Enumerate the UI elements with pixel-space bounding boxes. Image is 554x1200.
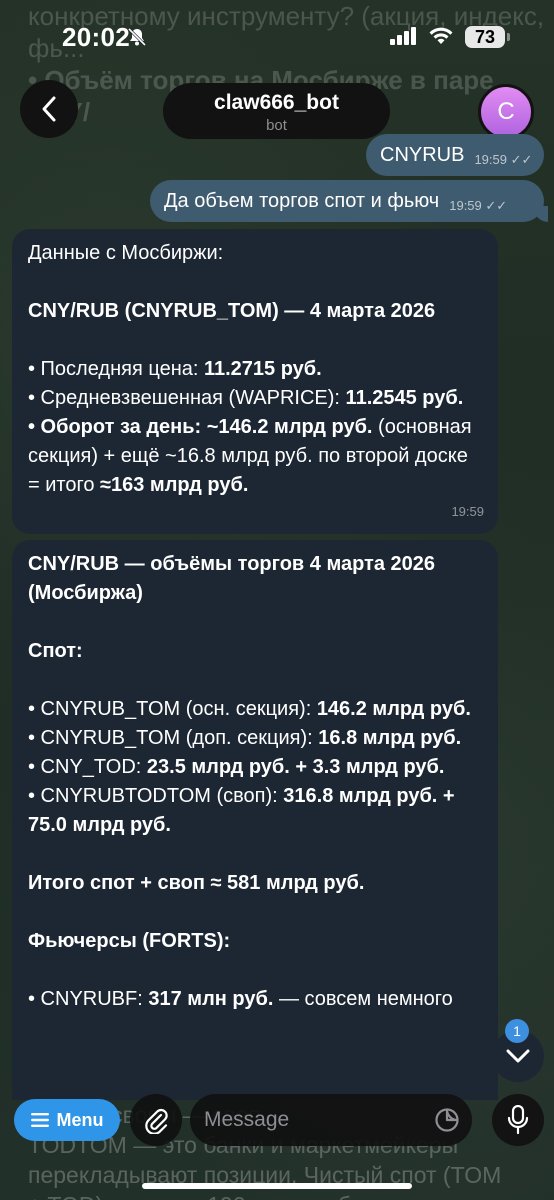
cellular-signal-icon [390, 27, 416, 45]
outgoing-message[interactable]: Да объем торгов спот и фьюч 19:59 ✓✓ [150, 180, 544, 222]
chat-title: claw666_bot [214, 91, 339, 114]
paperclip-icon [145, 1108, 168, 1134]
message-title: CNY/RUB (CNYRUB_TOM) — 4 марта 2026 [28, 300, 436, 322]
attach-button[interactable] [130, 1094, 182, 1146]
list-item: • CNYRUBF: 317 млн руб. — совсем немного [28, 988, 453, 1010]
message-time: 19:59 ✓✓ [449, 198, 508, 213]
message-line: Данные с Мосбиржи: [28, 242, 224, 264]
chat-subtitle: bot [266, 117, 287, 134]
bell-muted-icon [127, 27, 147, 47]
list-item: • CNY_TOD: 23.5 млрд руб. + 3.3 млрд руб… [28, 756, 445, 778]
menu-label: Menu [56, 1109, 104, 1130]
wifi-icon [429, 27, 453, 44]
sticker-icon[interactable] [434, 1107, 460, 1133]
message-title: CNY/RUB — объёмы торгов 4 марта 2026 (Мо… [28, 553, 436, 604]
message-line: • Оборот за день: ~146.2 млрд руб. (осно… [28, 416, 472, 496]
avatar[interactable]: C [478, 84, 534, 140]
message-line: Итого спот + своп ≈ 581 млрд руб. [28, 872, 365, 894]
battery-nub [507, 33, 510, 41]
microphone-button[interactable] [492, 1094, 544, 1146]
list-item: • CNYRUB_TOM (осн. секция): 146.2 млрд р… [28, 698, 471, 720]
microphone-icon [507, 1105, 529, 1135]
message-time: 19:59 ✓✓ [474, 152, 533, 167]
message-line: Фьючерсы (FORTS): [28, 930, 231, 952]
back-button[interactable] [20, 80, 78, 138]
outgoing-message[interactable]: CNYRUB 19:59 ✓✓ [366, 134, 544, 176]
menu-icon [30, 1113, 49, 1127]
message-input[interactable] [204, 1108, 422, 1132]
chevron-down-icon [506, 1049, 530, 1063]
chevron-left-icon [42, 96, 56, 122]
incoming-message[interactable]: CNY/RUB — объёмы торгов 4 марта 2026 (Мо… [12, 540, 498, 1100]
status-time: 20:02 [62, 22, 130, 52]
chat-title-pill[interactable]: claw666_bot bot [163, 83, 390, 139]
message-input-container[interactable] [190, 1094, 472, 1146]
list-item: • CNYRUBTODTOM (своп): 316.8 млрд руб. +… [28, 785, 455, 836]
faded-line: + TOD) — около 190 млрд руб. [28, 1190, 548, 1200]
menu-button[interactable]: Menu [14, 1099, 120, 1141]
message-time: 19:59 [451, 504, 484, 519]
message-line: • Последняя цена: 11.2715 руб. [28, 358, 322, 380]
battery-indicator: 73 [465, 26, 505, 48]
status-bar: 20:02 73 [0, 0, 554, 76]
message-text: Да объем торгов спот и фьюч [164, 189, 440, 212]
message-line: • Средневзвешенная (WAPRICE): 11.2545 ру… [28, 387, 464, 409]
incoming-message[interactable]: Данные с Мосбиржи: CNY/RUB (CNYRUB_TOM) … [12, 229, 498, 534]
message-text: CNYRUB [380, 143, 465, 166]
home-indicator [142, 1183, 412, 1189]
message-line: Спот: [28, 640, 83, 662]
unread-badge: 1 [505, 1019, 529, 1043]
list-item: • CNYRUB_TOM (доп. секция): 16.8 млрд ру… [28, 727, 462, 749]
